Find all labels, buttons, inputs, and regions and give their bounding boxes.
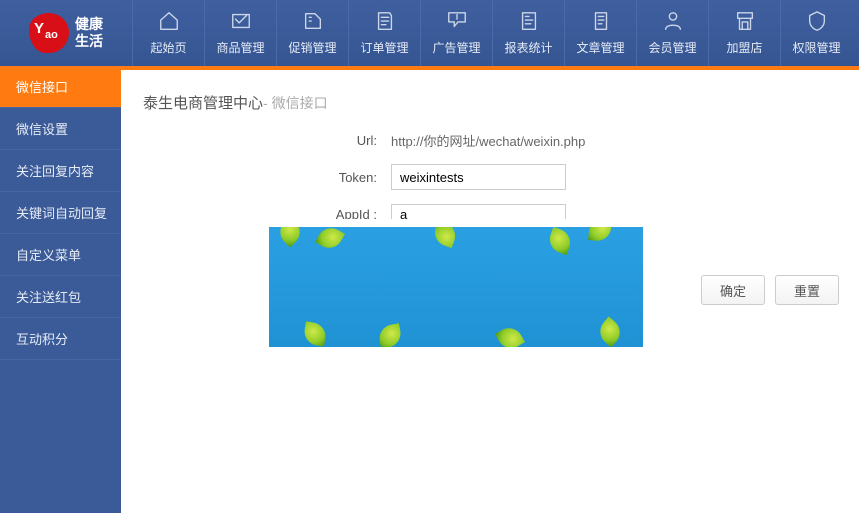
nav-label: 权限管理: [792, 39, 840, 56]
content: 泰生电商管理中心- 微信接口 Url: http://你的网址/wechat/w…: [121, 66, 859, 513]
promo-icon: [302, 10, 324, 35]
article-icon: [590, 10, 612, 35]
nav-label: 报表统计: [504, 39, 552, 56]
input-token[interactable]: [391, 164, 566, 190]
sidebar-item-label: 微信设置: [16, 119, 68, 138]
report-icon: [518, 10, 540, 35]
order-icon: [374, 10, 396, 35]
label-token: Token:: [141, 170, 391, 185]
sidebar-item-follow-reply[interactable]: 关注回复内容: [0, 150, 121, 192]
brand-text: 健康 生活: [75, 16, 103, 50]
row-url: Url: http://你的网址/wechat/weixin.php: [141, 131, 839, 150]
breadcrumb-main: 泰生电商管理中心: [143, 95, 263, 112]
nav-label: 文章管理: [576, 39, 624, 56]
sidebar-item-label: 关注送红包: [16, 287, 81, 306]
nav-advert[interactable]: 广告管理: [420, 0, 492, 66]
sidebar-item-label: 微信接口: [16, 77, 68, 96]
sidebar-item-weixin-setting[interactable]: 微信设置: [0, 108, 121, 150]
goods-icon: [230, 10, 252, 35]
row-token: Token:: [141, 164, 839, 190]
sidebar-item-points[interactable]: 互动积分: [0, 318, 121, 360]
sidebar-item-label: 关注回复内容: [16, 161, 94, 180]
nav-goods[interactable]: 商品管理: [204, 0, 276, 66]
sidebar-item-keyword-reply[interactable]: 关键词自动回复: [0, 192, 121, 234]
reset-button[interactable]: 重置: [775, 275, 839, 305]
auth-icon: [806, 10, 828, 35]
nav-label: 广告管理: [432, 39, 480, 56]
store-icon: [734, 10, 756, 35]
nav-label: 起始页: [150, 39, 186, 56]
nav-member[interactable]: 会员管理: [636, 0, 708, 66]
nav-promo[interactable]: 促销管理: [276, 0, 348, 66]
advert-icon: [446, 10, 468, 35]
breadcrumb: 泰生电商管理中心- 微信接口: [121, 66, 859, 131]
sidebar-item-label: 关键词自动回复: [16, 203, 107, 222]
nav-order[interactable]: 订单管理: [348, 0, 420, 66]
home-icon: [158, 10, 180, 35]
ok-button[interactable]: 确定: [701, 275, 765, 305]
nav-auth[interactable]: 权限管理: [780, 0, 852, 66]
label-url: Url:: [141, 133, 391, 148]
nav-label: 会员管理: [648, 39, 696, 56]
sidebar-item-custom-menu[interactable]: 自定义菜单: [0, 234, 121, 276]
brand-logo: Y ao 健康 生活: [0, 0, 132, 66]
image-preview: [261, 219, 651, 355]
sidebar-item-weixin-api[interactable]: 微信接口: [0, 66, 121, 108]
sidebar-item-follow-redpack[interactable]: 关注送红包: [0, 276, 121, 318]
value-url: http://你的网址/wechat/weixin.php: [391, 131, 585, 150]
nav-label: 商品管理: [216, 39, 264, 56]
form: Url: http://你的网址/wechat/weixin.php Token…: [141, 131, 839, 305]
topnav: 起始页 商品管理 促销管理 订单管理 广告管理 报表统计 文章管理 会员管理 加盟店 权限管理: [132, 0, 859, 66]
form-buttons: 确定 重置: [701, 275, 839, 305]
nav-home[interactable]: 起始页: [132, 0, 204, 66]
nav-report[interactable]: 报表统计: [492, 0, 564, 66]
nav-label: 订单管理: [360, 39, 408, 56]
nav-article[interactable]: 文章管理: [564, 0, 636, 66]
nav-label: 加盟店: [726, 39, 762, 56]
breadcrumb-sub: 微信接口: [272, 95, 328, 111]
nav-store[interactable]: 加盟店: [708, 0, 780, 66]
sidebar-item-label: 互动积分: [16, 329, 68, 348]
topbar: Y ao 健康 生活 起始页 商品管理 促销管理 订单管理 广告管理 报表统计 文章管理 会员…: [0, 0, 859, 66]
sidebar-item-label: 自定义菜单: [16, 245, 81, 264]
member-icon: [662, 10, 684, 35]
brand-icon: Y ao: [29, 13, 69, 53]
sidebar: 微信接口微信设置关注回复内容关键词自动回复自定义菜单关注送红包互动积分: [0, 66, 121, 513]
nav-label: 促销管理: [288, 39, 336, 56]
